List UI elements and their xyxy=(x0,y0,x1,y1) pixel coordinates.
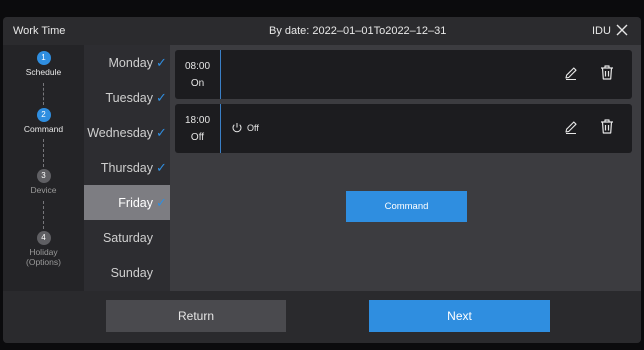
trash-icon[interactable] xyxy=(599,118,615,135)
checkmark-icon: ✓ xyxy=(156,194,167,210)
day-label: Thursday xyxy=(100,160,153,175)
work-time-dialog: Work Time By date: 2022–01–01To2022–12–3… xyxy=(3,17,641,343)
step-connector xyxy=(43,139,44,167)
day-label: Friday xyxy=(118,195,153,210)
step-number-badge: 2 xyxy=(36,108,51,122)
schedule-time: 08:00 xyxy=(184,61,211,72)
footer-bar: Return Next xyxy=(3,291,641,343)
schedule-time: 18:00 xyxy=(184,115,211,126)
schedule-row[interactable]: 08:00 On xyxy=(175,50,632,99)
step-label: Command xyxy=(23,124,64,134)
step-holiday[interactable]: 4 Holiday (Options) xyxy=(3,231,84,267)
power-icon xyxy=(232,123,242,133)
step-command[interactable]: 2 Command xyxy=(3,108,84,134)
day-item-friday[interactable]: Friday ✓ xyxy=(84,185,170,220)
step-number-badge: 3 xyxy=(36,169,51,183)
step-device[interactable]: 3 Device xyxy=(3,169,84,195)
step-label: Holiday (Options) xyxy=(26,247,61,267)
day-label: Saturday xyxy=(102,230,153,245)
dialog-title: Work Time xyxy=(13,25,66,37)
command-button[interactable]: Command xyxy=(346,191,467,222)
header-bar: Work Time By date: 2022–01–01To2022–12–3… xyxy=(3,17,641,45)
step-label: Schedule xyxy=(25,67,62,77)
next-button[interactable]: Next xyxy=(369,300,550,332)
day-item-monday[interactable]: Monday ✓ xyxy=(84,45,170,80)
trash-icon[interactable] xyxy=(599,64,615,81)
day-label: Sunday xyxy=(110,265,153,280)
weekday-list: Monday ✓ Tuesday ✓ Wednesday ✓ Thursday ✓ Fr… xyxy=(84,45,170,291)
step-number-badge: 4 xyxy=(36,231,51,245)
step-number-badge: 1 xyxy=(36,51,51,65)
schedule-state: On xyxy=(190,78,205,89)
step-schedule[interactable]: 1 Schedule xyxy=(3,51,84,77)
step-connector xyxy=(43,201,44,229)
day-label: Wednesday xyxy=(87,125,153,140)
day-item-saturday[interactable]: Saturday xyxy=(84,220,170,255)
date-range: By date: 2022–01–01To2022–12–31 xyxy=(269,25,447,37)
time-column: 18:00 Off xyxy=(175,104,221,153)
schedule-state: Off xyxy=(190,132,205,143)
checkmark-icon: ✓ xyxy=(156,89,167,105)
checkmark-icon: ✓ xyxy=(156,124,167,140)
day-label: Monday xyxy=(108,55,153,70)
time-column: 08:00 On xyxy=(175,50,221,99)
day-item-sunday[interactable]: Sunday xyxy=(84,255,170,290)
day-item-wednesday[interactable]: Wednesday ✓ xyxy=(84,115,170,150)
schedule-action: Off xyxy=(231,122,259,134)
step-sidebar: 1 Schedule 2 Command 3 Device 4 Holiday(… xyxy=(3,45,84,291)
checkmark-icon: ✓ xyxy=(156,54,167,70)
idu-label: IDU xyxy=(592,25,611,37)
edit-icon[interactable] xyxy=(563,65,579,81)
step-connector xyxy=(43,83,44,105)
return-button[interactable]: Return xyxy=(106,300,286,332)
step-label: Device xyxy=(30,185,57,195)
day-item-tuesday[interactable]: Tuesday ✓ xyxy=(84,80,170,115)
schedule-panel: 08:00 On 18:00 Off Off Command xyxy=(170,45,641,291)
close-icon[interactable] xyxy=(614,22,630,38)
action-label: Off xyxy=(247,123,259,133)
day-label: Tuesday xyxy=(105,90,153,105)
checkmark-icon: ✓ xyxy=(156,159,167,175)
day-item-thursday[interactable]: Thursday ✓ xyxy=(84,150,170,185)
edit-icon[interactable] xyxy=(563,119,579,135)
schedule-row[interactable]: 18:00 Off Off xyxy=(175,104,632,153)
